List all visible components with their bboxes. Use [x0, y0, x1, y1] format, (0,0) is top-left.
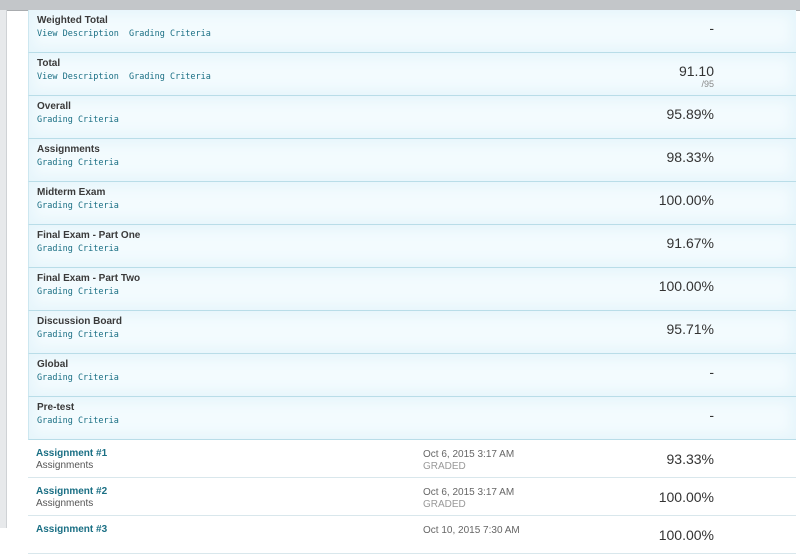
grading-criteria-link[interactable]: Grading Criteria	[37, 287, 119, 297]
assignment-row-3: Assignment #3 Oct 10, 2015 7:30 AM 100.0…	[28, 516, 796, 554]
grading-criteria-link[interactable]: Grading Criteria	[129, 29, 211, 39]
grade-row-discussion-board: Discussion Board Grading Criteria 95.71%	[28, 311, 796, 354]
grading-criteria-link[interactable]: Grading Criteria	[37, 330, 119, 340]
row-title: Final Exam - Part Two	[37, 273, 141, 284]
grade-row-midterm-exam: Midterm Exam Grading Criteria 100.00%	[28, 182, 796, 225]
assignment-status: GRADED	[423, 461, 466, 472]
grade-row-overall: Overall Grading Criteria 95.89%	[28, 96, 796, 139]
assignment-category: Assignments	[36, 498, 94, 509]
grading-criteria-link[interactable]: Grading Criteria	[37, 201, 119, 211]
row-links: Grading Criteria	[37, 244, 124, 254]
row-title: Final Exam - Part One	[37, 230, 141, 241]
assignment-date: Oct 6, 2015 3:17 AM	[423, 449, 515, 460]
row-links: View Description Grading Criteria	[37, 72, 216, 82]
left-page-edge	[0, 10, 7, 528]
row-score: 98.33%	[666, 149, 714, 165]
row-title: Global	[37, 359, 69, 370]
row-title: Assignments	[37, 144, 100, 155]
row-title: Total	[37, 58, 61, 69]
row-score: 91.10	[678, 63, 714, 79]
view-description-link[interactable]: View Description	[37, 29, 119, 39]
row-title: Overall	[37, 101, 71, 112]
assignment-date: Oct 10, 2015 7:30 AM	[423, 525, 520, 536]
assignment-score: 100.00%	[658, 527, 714, 543]
grading-criteria-link[interactable]: Grading Criteria	[37, 244, 119, 254]
grades-list: Weighted Total View Description Grading …	[28, 10, 796, 554]
row-score: -	[709, 364, 714, 380]
row-score: -	[709, 407, 714, 423]
grade-row-weighted-total: Weighted Total View Description Grading …	[28, 10, 796, 53]
row-links: Grading Criteria	[37, 330, 124, 340]
grading-criteria-link[interactable]: Grading Criteria	[37, 416, 119, 426]
grade-row-final-exam-part-one: Final Exam - Part One Grading Criteria 9…	[28, 225, 796, 268]
row-links: Grading Criteria	[37, 115, 124, 125]
grade-row-pre-test: Pre-test Grading Criteria -	[28, 397, 796, 440]
assignment-date: Oct 6, 2015 3:17 AM	[423, 487, 515, 498]
grade-row-total: Total View Description Grading Criteria …	[28, 53, 796, 96]
assignment-score: 93.33%	[666, 451, 714, 467]
row-title: Pre-test	[37, 402, 75, 413]
row-links: Grading Criteria	[37, 158, 124, 168]
row-links: Grading Criteria	[37, 287, 124, 297]
row-score: 95.89%	[666, 106, 714, 122]
assignment-status: GRADED	[423, 499, 466, 510]
assignment-score: 100.00%	[658, 489, 714, 505]
grading-criteria-link[interactable]: Grading Criteria	[37, 373, 119, 383]
assignment-row-1: Assignment #1 Assignments Oct 6, 2015 3:…	[28, 440, 796, 478]
grading-criteria-link[interactable]: Grading Criteria	[37, 158, 119, 168]
assignment-title-link[interactable]: Assignment #3	[36, 524, 107, 535]
grade-row-global: Global Grading Criteria -	[28, 354, 796, 397]
row-score: 95.71%	[666, 321, 714, 337]
grading-criteria-link[interactable]: Grading Criteria	[37, 115, 119, 125]
assignment-category: Assignments	[36, 460, 94, 471]
row-title: Discussion Board	[37, 316, 123, 327]
row-score: -	[709, 20, 714, 36]
assignment-title-link[interactable]: Assignment #2	[36, 486, 107, 497]
row-links: Grading Criteria	[37, 416, 124, 426]
row-title: Weighted Total	[37, 15, 108, 26]
assignment-row-2: Assignment #2 Assignments Oct 6, 2015 3:…	[28, 478, 796, 516]
grade-row-final-exam-part-two: Final Exam - Part Two Grading Criteria 1…	[28, 268, 796, 311]
row-score: 100.00%	[658, 192, 714, 208]
row-points-possible: /95	[701, 79, 714, 89]
grade-row-assignments: Assignments Grading Criteria 98.33%	[28, 139, 796, 182]
assignment-title-link[interactable]: Assignment #1	[36, 448, 107, 459]
row-title: Midterm Exam	[37, 187, 106, 198]
row-links: Grading Criteria	[37, 373, 124, 383]
row-links: View Description Grading Criteria	[37, 29, 216, 39]
row-links: Grading Criteria	[37, 201, 124, 211]
view-description-link[interactable]: View Description	[37, 72, 119, 82]
grading-criteria-link[interactable]: Grading Criteria	[129, 72, 211, 82]
row-score: 100.00%	[658, 278, 714, 294]
row-score: 91.67%	[666, 235, 714, 251]
